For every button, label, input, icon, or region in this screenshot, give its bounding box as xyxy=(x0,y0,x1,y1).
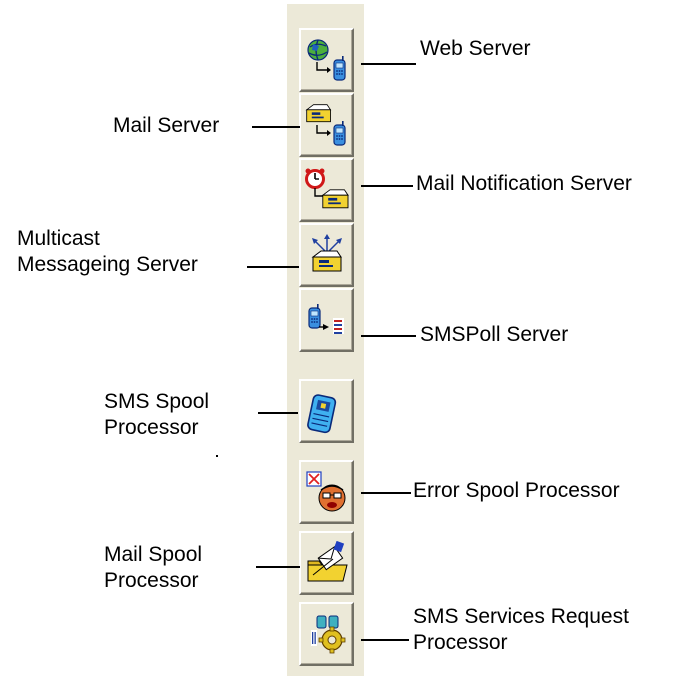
mailbox-to-phone-icon xyxy=(306,104,346,146)
callout-line-sms-spool xyxy=(258,412,298,414)
callout-line-web xyxy=(361,63,416,65)
callout-line-mail-notification xyxy=(361,185,413,187)
mail-notification-server-button[interactable] xyxy=(299,158,354,222)
callout-line-error-spool xyxy=(361,492,411,494)
mail-server-button[interactable] xyxy=(299,93,354,157)
sms-spool-processor-button[interactable] xyxy=(299,379,354,443)
sms-spool-processor-label: SMS Spool Processor xyxy=(104,390,210,439)
mail-spool-processor-button[interactable] xyxy=(299,531,354,595)
mail-notification-server-label: Mail Notification Server xyxy=(416,172,632,195)
folder-letter-icon xyxy=(307,541,348,582)
callout-line-smspoll xyxy=(361,335,416,337)
stray-dot xyxy=(216,455,218,457)
mobile-phone-icon xyxy=(307,394,337,434)
multicast-mailbox-icon xyxy=(312,234,342,272)
mail-spool-processor-label: Mail Spool Processor xyxy=(104,543,203,592)
smspoll-server-label: SMSPoll Server xyxy=(420,323,569,346)
multicast-messaging-server-label: Multicast Messageing Server xyxy=(17,227,198,276)
phone-to-list-icon xyxy=(308,303,344,334)
callout-line-mail-spool xyxy=(256,566,300,568)
mail-server-label: Mail Server xyxy=(113,114,220,137)
vertical-toolbar xyxy=(287,4,364,676)
services-gear-icon xyxy=(311,615,346,654)
smspoll-server-button[interactable] xyxy=(299,288,354,352)
sms-services-request-processor-label: SMS Services Request Processor xyxy=(413,605,629,654)
sms-services-request-processor-button[interactable] xyxy=(299,602,354,666)
error-spool-processor-label: Error Spool Processor xyxy=(413,479,620,502)
angry-face-error-icon xyxy=(306,471,346,512)
globe-to-phone-icon xyxy=(307,39,346,81)
callout-line-sms-services xyxy=(361,639,409,641)
web-server-label: Web Server xyxy=(420,37,531,60)
multicast-messaging-server-button[interactable] xyxy=(299,223,354,287)
error-spool-processor-button[interactable] xyxy=(299,460,354,524)
callout-line-mail xyxy=(252,126,300,128)
callout-line-multicast xyxy=(247,266,299,268)
web-server-button[interactable] xyxy=(299,28,354,92)
alarm-clock-mailbox-icon xyxy=(305,168,349,209)
